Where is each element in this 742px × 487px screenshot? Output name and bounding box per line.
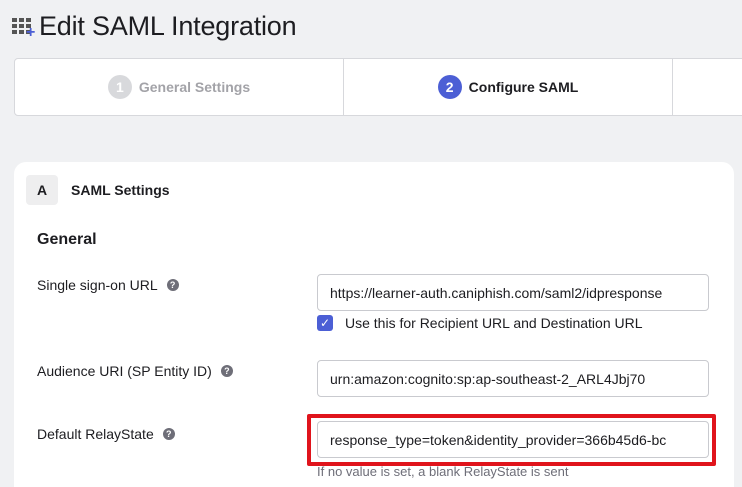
page-header: + Edit SAML Integration bbox=[12, 8, 297, 44]
recipient-url-checkbox[interactable]: ✓ bbox=[317, 315, 333, 331]
saml-settings-card: A SAML Settings General Single sign-on U… bbox=[14, 162, 734, 487]
group-title: General bbox=[37, 231, 97, 248]
checkmark-icon: ✓ bbox=[319, 316, 331, 330]
step-next[interactable] bbox=[673, 59, 742, 115]
audience-uri-input[interactable]: urn:amazon:cognito:sp:ap-southeast-2_ARL… bbox=[317, 360, 709, 397]
help-icon[interactable]: ? bbox=[220, 365, 233, 377]
help-icon[interactable]: ? bbox=[162, 428, 175, 440]
integration-add-icon: + bbox=[12, 13, 38, 41]
step-configure-saml[interactable]: 2 Configure SAML bbox=[344, 59, 673, 115]
relay-state-hint: If no value is set, a blank RelayState i… bbox=[317, 464, 569, 479]
sso-url-label: Single sign-on URL ? bbox=[37, 277, 179, 293]
recipient-url-option[interactable]: ✓ Use this for Recipient URL and Destina… bbox=[317, 315, 643, 331]
recipient-url-checkbox-label: Use this for Recipient URL and Destinati… bbox=[345, 315, 643, 331]
step-general-settings[interactable]: 1 General Settings bbox=[15, 59, 344, 115]
step-number: 2 bbox=[437, 75, 462, 99]
section-title: SAML Settings bbox=[71, 182, 170, 198]
audience-uri-label: Audience URI (SP Entity ID) ? bbox=[37, 363, 233, 379]
highlight-annotation bbox=[307, 414, 716, 466]
page-title: Edit SAML Integration bbox=[39, 10, 297, 41]
wizard-stepper: 1 General Settings 2 Configure SAML bbox=[14, 58, 742, 116]
step-number: 1 bbox=[107, 75, 132, 99]
section-badge: A bbox=[26, 175, 58, 205]
section-header: A SAML Settings bbox=[26, 175, 170, 205]
audience-uri-label-text: Audience URI (SP Entity ID) bbox=[37, 363, 212, 379]
help-icon[interactable]: ? bbox=[166, 279, 179, 291]
relay-state-label-text: Default RelayState bbox=[37, 426, 154, 442]
step-label: Configure SAML bbox=[468, 79, 579, 95]
sso-url-input[interactable]: https://learner-auth.caniphish.com/saml2… bbox=[317, 274, 709, 311]
step-label: General Settings bbox=[138, 79, 251, 95]
relay-state-label: Default RelayState ? bbox=[37, 426, 175, 442]
sso-url-label-text: Single sign-on URL bbox=[37, 277, 158, 293]
